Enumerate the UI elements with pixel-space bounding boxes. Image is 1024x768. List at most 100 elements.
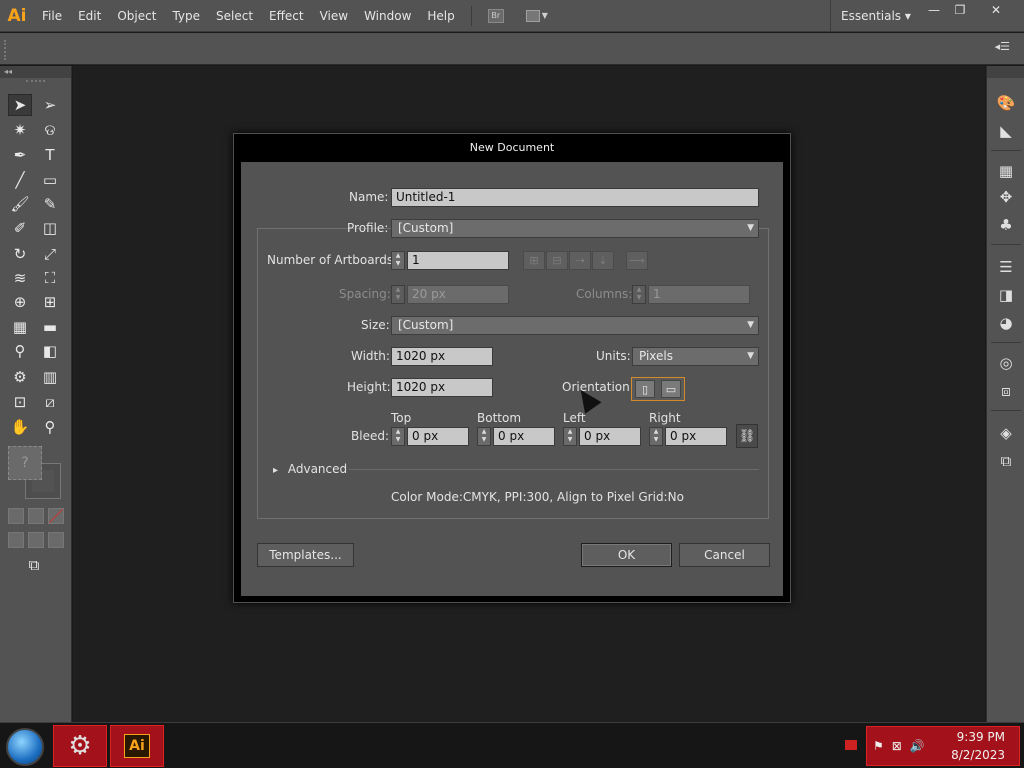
magic-wand-tool-icon[interactable]: ✷ [8, 119, 32, 141]
bleed-left-input[interactable]: 0 px [579, 427, 641, 446]
menu-view[interactable]: View [312, 0, 356, 32]
free-transform-tool-icon[interactable]: ⛶ [38, 267, 62, 289]
height-input[interactable]: 1020 px [391, 378, 493, 397]
arrange-documents-button[interactable]: ▼ [525, 8, 552, 24]
bleed-left-stepper[interactable]: ▲ ▼ [563, 427, 577, 446]
close-button[interactable]: ✕ [980, 0, 1012, 20]
taskbar-illustrator-app[interactable]: Ai [110, 725, 164, 767]
zoom-tool-icon[interactable]: ⚲ [38, 416, 62, 438]
appearance-panel-icon[interactable]: ◎ [995, 352, 1017, 374]
artboards-panel-icon[interactable]: ⧉ [995, 450, 1017, 472]
menu-window[interactable]: Window [356, 0, 419, 32]
taskbar-settings-app[interactable]: ⚙ [53, 725, 107, 767]
tools-grip[interactable] [26, 80, 45, 88]
bleed-top-input[interactable]: 0 px [407, 427, 469, 446]
menu-edit[interactable]: Edit [70, 0, 109, 32]
symbol-sprayer-tool-icon[interactable]: ⚙ [8, 366, 32, 388]
hand-tool-icon[interactable]: ✋ [8, 416, 32, 438]
none-mode-button[interactable] [48, 508, 64, 524]
rectangle-tool-icon[interactable]: ▭ [38, 169, 62, 191]
cancel-button[interactable]: Cancel [679, 543, 770, 567]
eraser-tool-icon[interactable]: ◫ [38, 217, 62, 239]
ok-button[interactable]: OK [581, 543, 672, 567]
dock-divider [991, 150, 1021, 151]
blob-brush-tool-icon[interactable]: ✐ [8, 217, 32, 239]
menu-file[interactable]: File [34, 0, 70, 32]
fill-swatch[interactable]: ? [8, 446, 42, 480]
menu-type[interactable]: Type [164, 0, 208, 32]
advanced-toggle[interactable]: ▸ Advanced [273, 462, 347, 476]
fill-stroke-swatches[interactable]: ? [6, 442, 64, 500]
restore-button[interactable]: ❐ [944, 0, 976, 20]
artboard-tool-icon[interactable]: ⊡ [8, 391, 32, 413]
slice-tool-icon[interactable]: ⧄ [38, 391, 62, 413]
artboards-stepper[interactable]: ▲ ▼ [391, 251, 405, 270]
gradient-panel-icon[interactable]: ◨ [995, 284, 1017, 306]
collapse-icon[interactable]: ◂◂ [0, 66, 71, 78]
draw-normal-button[interactable] [8, 532, 24, 548]
perspective-grid-tool-icon[interactable]: ⊞ [38, 291, 62, 313]
brushes-panel-icon[interactable]: ✥ [995, 186, 1017, 208]
workspace-switcher[interactable]: Essentials ▾ [830, 0, 911, 32]
artboards-input[interactable]: 1 [407, 251, 509, 270]
line-tool-icon[interactable]: ╱ [8, 169, 32, 191]
bleed-right-input[interactable]: 0 px [665, 427, 727, 446]
width-tool-icon[interactable]: ≋ [8, 267, 32, 289]
gradient-tool-icon[interactable]: ▬ [38, 316, 62, 338]
bridge-button[interactable]: Br [487, 8, 504, 23]
show-desktop-icon[interactable] [845, 740, 857, 750]
name-input[interactable]: Untitled-1 [391, 188, 759, 207]
action-center-flag-icon[interactable]: ⚑ [873, 739, 884, 753]
transparency-panel-icon[interactable]: ◕ [995, 312, 1017, 334]
network-icon[interactable]: ⊠ [892, 739, 902, 753]
clock[interactable]: 9:39 PM 8/2/2023 [951, 728, 1005, 764]
menu-effect[interactable]: Effect [261, 0, 312, 32]
color-panel-icon[interactable]: 🎨 [995, 92, 1017, 114]
lasso-tool-icon[interactable]: ଡ [38, 119, 62, 141]
shape-builder-tool-icon[interactable]: ⊕ [8, 291, 32, 313]
selection-tool-icon[interactable]: ➤ [8, 94, 32, 116]
landscape-button[interactable]: ▭ [661, 380, 681, 398]
color-guide-icon[interactable]: ◣ [995, 120, 1017, 142]
bleed-top-stepper[interactable]: ▲ ▼ [391, 427, 405, 446]
mesh-tool-icon[interactable]: ▦ [8, 316, 32, 338]
rotate-tool-icon[interactable]: ↻ [8, 243, 32, 265]
screen-mode-icon[interactable]: ⧉ [22, 554, 46, 576]
menu-help[interactable]: Help [419, 0, 462, 32]
stroke-panel-icon[interactable]: ☰ [995, 256, 1017, 278]
draw-behind-button[interactable] [28, 532, 44, 548]
symbols-panel-icon[interactable]: ♣ [995, 214, 1017, 236]
pen-tool-icon[interactable]: ✒ [8, 144, 32, 166]
bleed-bottom-input[interactable]: 0 px [493, 427, 555, 446]
swatches-panel-icon[interactable]: ▦ [995, 160, 1017, 182]
graphic-styles-panel-icon[interactable]: ⧈ [995, 380, 1017, 402]
paintbrush-tool-icon[interactable]: 🖌 [8, 193, 32, 215]
bleed-right-stepper[interactable]: ▲ ▼ [649, 427, 663, 446]
menu-select[interactable]: Select [208, 0, 261, 32]
column-graph-tool-icon[interactable]: ▥ [38, 366, 62, 388]
units-select[interactable]: Pixels ▼ [632, 347, 759, 366]
color-mode-button[interactable] [8, 508, 24, 524]
size-select[interactable]: [Custom] ▼ [391, 316, 759, 335]
eyedropper-tool-icon[interactable]: ⚲ [8, 340, 32, 362]
control-bar-grip[interactable] [4, 40, 6, 60]
profile-select[interactable]: [Custom] ▼ [391, 219, 759, 238]
scale-tool-icon[interactable]: ⤢ [38, 243, 62, 265]
gradient-mode-button[interactable] [28, 508, 44, 524]
menu-object[interactable]: Object [109, 0, 164, 32]
panel-menu-icon[interactable]: ◂☰ [995, 40, 1010, 53]
pencil-tool-icon[interactable]: ✎ [38, 193, 62, 215]
bleed-bottom-stepper[interactable]: ▲ ▼ [477, 427, 491, 446]
blend-tool-icon[interactable]: ◧ [38, 340, 62, 362]
type-tool-icon[interactable]: T [38, 144, 62, 166]
draw-inside-button[interactable] [48, 532, 64, 548]
link-bleed-icon[interactable]: ⛓ [736, 424, 758, 448]
start-button[interactable] [6, 728, 44, 766]
volume-icon[interactable]: 🔊 [910, 739, 925, 753]
width-input[interactable]: 1020 px [391, 347, 493, 366]
expand-panels-icon[interactable] [987, 66, 1024, 78]
templates-button[interactable]: Templates... [257, 543, 354, 567]
portrait-button[interactable]: ▯ [635, 380, 655, 398]
layers-panel-icon[interactable]: ◈ [995, 422, 1017, 444]
direct-selection-tool-icon[interactable]: ➢ [38, 94, 62, 116]
